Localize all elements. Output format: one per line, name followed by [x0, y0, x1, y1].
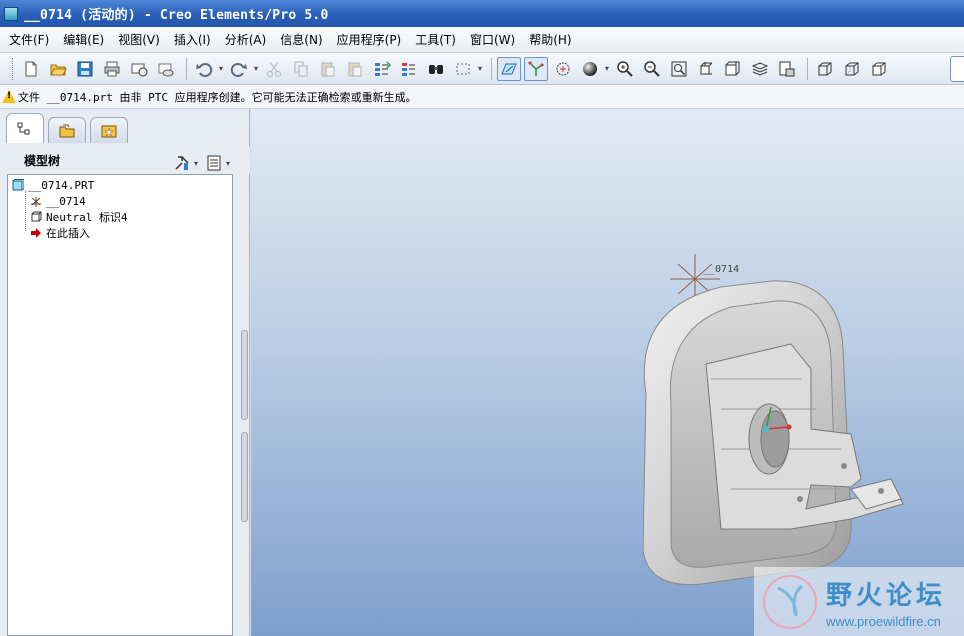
paste-icon[interactable] [316, 57, 340, 81]
watermark-text: 野火论坛 www.proewildfire.cn [826, 575, 946, 629]
new-file-icon[interactable] [19, 57, 43, 81]
part-icon [12, 179, 24, 191]
show-options-icon[interactable] [202, 151, 226, 175]
tree-item[interactable]: __0714 [30, 193, 86, 209]
tree-item[interactable]: Neutral 标识4 [30, 209, 128, 225]
panel-header: 模型树 ▾ ▾ [0, 147, 250, 173]
title-bar: __0714 (活动的) - Creo Elements/Pro 5.0 [0, 0, 964, 27]
menu-help[interactable]: 帮助(H) [524, 31, 576, 48]
panel-tools: ▾ ▾ [170, 151, 234, 175]
no-hidden-icon[interactable] [867, 57, 891, 81]
reorient-icon[interactable] [694, 57, 718, 81]
tree-item[interactable]: 在此插入 [30, 225, 90, 241]
regen-manager-icon[interactable] [397, 57, 421, 81]
tree-item-label: __0714 [46, 194, 86, 208]
watermark-url: www.proewildfire.cn [826, 613, 941, 629]
shading-icon[interactable] [578, 57, 602, 81]
menu-bar: 文件(F) 编辑(E) 视图(V) 插入(I) 分析(A) 信息(N) 应用程序… [0, 27, 964, 53]
part-model[interactable] [642, 280, 904, 586]
coordinate-system-icon [30, 195, 42, 207]
panel-splitter[interactable] [241, 432, 248, 522]
main-toolbar: ▾ ▾ ▾ ▾ [0, 53, 964, 85]
toolbar-separator [807, 57, 809, 80]
copy-icon[interactable] [289, 57, 313, 81]
navigator-tabs [6, 113, 132, 147]
show-dropdown-icon[interactable]: ▾ [226, 159, 230, 168]
model-tree-tab-icon[interactable] [6, 113, 44, 143]
print-icon[interactable] [100, 57, 124, 81]
save-icon[interactable] [73, 57, 97, 81]
neutral-feature-icon [30, 211, 42, 223]
undo-dropdown-icon[interactable]: ▾ [219, 64, 223, 73]
shaded-display-icon[interactable] [950, 56, 964, 82]
app-icon [4, 6, 18, 21]
watermark-title: 野火论坛 [826, 580, 947, 611]
insert-here-arrow-icon [30, 227, 42, 239]
tree-root-label: __0714.PRT [28, 178, 95, 192]
favorites-tab-icon[interactable] [90, 117, 128, 143]
forum-watermark: 野火论坛 www.proewildfire.cn [754, 567, 964, 636]
select-dropdown-icon[interactable]: ▾ [478, 64, 482, 73]
wireframe-icon[interactable] [813, 57, 837, 81]
warning-icon [2, 90, 16, 103]
refit-icon[interactable] [667, 57, 691, 81]
paste-special-icon[interactable] [343, 57, 367, 81]
email-link-icon[interactable] [154, 57, 178, 81]
graphics-window[interactable]: __0714 [251, 109, 964, 636]
menu-edit[interactable]: 编辑(E) [58, 31, 109, 48]
menu-file[interactable]: 文件(F) [4, 31, 54, 48]
tree-item-label: 在此插入 [46, 227, 90, 240]
toolbar-separator [491, 57, 493, 80]
shading-dropdown-icon[interactable]: ▾ [605, 64, 609, 73]
toolbar-grip[interactable] [12, 57, 15, 80]
menu-view[interactable]: 视图(V) [113, 31, 165, 48]
menu-insert[interactable]: 插入(I) [169, 31, 216, 48]
menu-applications[interactable]: 应用程序(P) [332, 31, 407, 48]
message-area: 文件 __0714.prt 由非 PTC 应用程序创建。它可能无法正确检索或重新… [0, 85, 964, 109]
tree-connector [25, 191, 26, 231]
open-folder-icon[interactable] [46, 57, 70, 81]
settings-icon[interactable] [170, 151, 194, 175]
datum-display-icon[interactable] [497, 56, 522, 81]
forum-logo-icon [763, 574, 817, 629]
undo-icon[interactable] [192, 57, 216, 81]
hidden-line-icon[interactable] [840, 57, 864, 81]
layers-icon[interactable] [748, 57, 772, 81]
axis-display-icon[interactable] [524, 56, 549, 81]
menu-analysis[interactable]: 分析(A) [220, 31, 272, 48]
find-icon[interactable] [424, 57, 448, 81]
panel-title: 模型树 [24, 153, 61, 168]
navigator-panel: 模型树 ▾ ▾ __0714.PRT __0714 Neutral 标识4 在此… [0, 109, 250, 636]
view-manager-icon[interactable] [775, 57, 799, 81]
cut-icon[interactable] [262, 57, 286, 81]
model-viewport[interactable]: __0714 [251, 109, 964, 636]
saved-views-icon[interactable] [721, 57, 745, 81]
regenerate-icon[interactable] [370, 57, 394, 81]
menu-tools[interactable]: 工具(T) [410, 31, 461, 48]
window-title: __0714 (活动的) - Creo Elements/Pro 5.0 [24, 8, 329, 23]
select-box-icon[interactable] [451, 57, 475, 81]
spin-center-icon[interactable] [551, 57, 575, 81]
csys-label: __0714 [703, 264, 739, 275]
redo-icon[interactable] [227, 57, 251, 81]
toolbar-separator [186, 57, 187, 80]
redo-dropdown-icon[interactable]: ▾ [254, 64, 258, 73]
zoom-in-icon[interactable] [613, 57, 637, 81]
settings-dropdown-icon[interactable]: ▾ [194, 159, 198, 168]
model-tree: __0714.PRT __0714 Neutral 标识4 在此插入 [7, 174, 233, 636]
email-icon[interactable] [127, 57, 151, 81]
tree-item-label: Neutral 标识4 [46, 211, 128, 224]
panel-splitter[interactable] [241, 330, 248, 420]
message-text: 文件 __0714.prt 由非 PTC 应用程序创建。它可能无法正确检索或重新… [18, 90, 417, 104]
menu-info[interactable]: 信息(N) [275, 31, 327, 48]
zoom-out-icon[interactable] [640, 57, 664, 81]
menu-window[interactable]: 窗口(W) [465, 31, 520, 48]
folder-browser-tab-icon[interactable] [48, 117, 86, 143]
tree-root[interactable]: __0714.PRT [12, 177, 94, 193]
